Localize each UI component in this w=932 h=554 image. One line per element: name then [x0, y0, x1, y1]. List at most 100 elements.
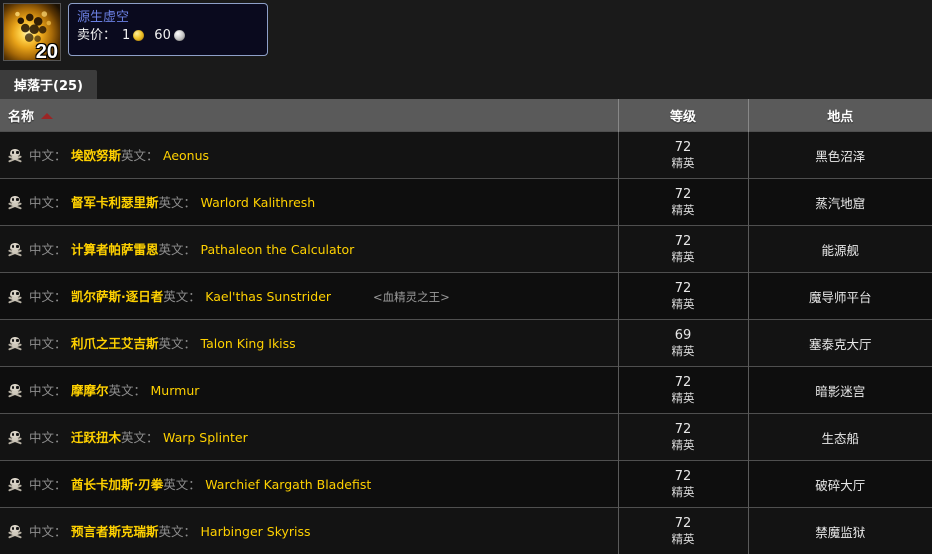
npc-name-chinese-link[interactable]: 利爪之王艾吉斯 [71, 336, 159, 351]
column-header-level[interactable]: 等级 [618, 99, 748, 132]
item-tooltip: 源生虚空 卖价： 1 60 [68, 3, 268, 56]
npc-name-chinese-line: 中文：利爪之王艾吉斯 [29, 336, 159, 351]
column-header-zone[interactable]: 地点 [748, 99, 932, 132]
sort-ascending-triangle-icon [41, 113, 53, 119]
english-label: 英文： [121, 146, 163, 165]
npc-name-english-link[interactable]: Warp Splinter [163, 430, 248, 445]
npc-drop-table: 名称 等级 地点 中文：埃欧努斯英文：Aeonus72精英黑色沼泽中文：督军卡利… [0, 99, 932, 554]
skull-icon [8, 289, 22, 304]
npc-name-english-line: 英文：Aeonus [121, 148, 209, 163]
npc-name-cell: 中文：利爪之王艾吉斯英文：Talon King Ikiss [0, 320, 618, 367]
item-header-bar: 20 源生虚空 卖价： 1 60 [0, 0, 932, 70]
npc-zone-cell: 魔导师平台 [748, 273, 932, 320]
table-row[interactable]: 中文：预言者斯克瑞斯英文：Harbinger Skyriss72精英禁魔监狱 [0, 508, 932, 554]
npc-name-cell: 中文：预言者斯克瑞斯英文：Harbinger Skyriss [0, 508, 618, 554]
npc-name-chinese-link[interactable]: 计算者帕萨雷恩 [71, 242, 159, 257]
skull-icon [8, 148, 22, 163]
item-sell-price: 卖价： 1 60 [77, 26, 259, 45]
npc-name-chinese-line: 中文：摩摩尔 [29, 383, 109, 398]
english-label: 英文： [159, 240, 201, 259]
npc-zone-cell: 禁魔监狱 [748, 508, 932, 554]
npc-name-chinese-line: 中文：预言者斯克瑞斯 [29, 524, 159, 539]
npc-level-value: 72 [620, 139, 747, 156]
item-name: 源生虚空 [77, 9, 259, 26]
npc-name-english-link[interactable]: Warchief Kargath Bladefist [205, 477, 371, 492]
npc-level-cell: 72精英 [618, 179, 748, 226]
npc-name-chinese-line: 中文：凯尔萨斯·逐日者 [29, 289, 163, 304]
table-row[interactable]: 中文：迁跃扭木英文：Warp Splinter72精英生态船 [0, 414, 932, 461]
npc-name-chinese-link[interactable]: 督军卡利瑟里斯 [71, 195, 159, 210]
npc-elite-label: 精英 [620, 156, 747, 171]
npc-level-cell: 69精英 [618, 320, 748, 367]
npc-name-english-link[interactable]: Murmur [151, 383, 200, 398]
table-row[interactable]: 中文：酋长卡加斯·刃拳英文：Warchief Kargath Bladefist… [0, 461, 932, 508]
npc-name-english-link[interactable]: Harbinger Skyriss [201, 524, 311, 539]
npc-name-english-line: 英文：Warchief Kargath Bladefist [163, 477, 371, 492]
npc-name-english-link[interactable]: Aeonus [163, 148, 209, 163]
npc-name-chinese-link[interactable]: 凯尔萨斯·逐日者 [71, 289, 163, 304]
npc-level-cell: 72精英 [618, 273, 748, 320]
npc-name-chinese-link[interactable]: 迁跃扭木 [71, 430, 121, 445]
npc-name-english-line: 英文：Pathaleon the Calculator [159, 242, 355, 257]
npc-name-chinese-link[interactable]: 摩摩尔 [71, 383, 109, 398]
column-header-name-label: 名称 [8, 110, 34, 125]
npc-zone-value: 暗影迷宫 [815, 384, 865, 399]
npc-name-english-line: 英文：Murmur [109, 383, 200, 398]
skull-icon [8, 430, 22, 445]
npc-level-cell: 72精英 [618, 226, 748, 273]
silver-coin-icon [174, 30, 185, 41]
npc-name-english-link[interactable]: Kael'thas Sunstrider [205, 289, 331, 304]
gold-amount: 1 [122, 26, 130, 45]
tab-dropped-by[interactable]: 掉落于(25) [0, 70, 97, 99]
npc-zone-cell: 暗影迷宫 [748, 367, 932, 414]
skull-icon [8, 477, 22, 492]
gold-coin-icon [133, 30, 144, 41]
npc-name-cell: 中文：督军卡利瑟里斯英文：Warlord Kalithresh [0, 179, 618, 226]
table-row[interactable]: 中文：凯尔萨斯·逐日者英文：Kael'thas Sunstrider<血精灵之王… [0, 273, 932, 320]
npc-name-chinese-link[interactable]: 预言者斯克瑞斯 [71, 524, 159, 539]
tab-strip: 掉落于(25) [0, 70, 932, 99]
npc-name-english-link[interactable]: Talon King Ikiss [201, 336, 296, 351]
npc-zone-value: 能源舰 [821, 243, 859, 258]
npc-zone-value: 魔导师平台 [809, 290, 872, 305]
english-label: 英文： [163, 475, 205, 494]
npc-name-chinese-line: 中文：酋长卡加斯·刃拳 [29, 477, 163, 492]
npc-name-english-link[interactable]: Warlord Kalithresh [201, 195, 316, 210]
npc-level-value: 72 [620, 515, 747, 532]
npc-level-value: 72 [620, 233, 747, 250]
english-label: 英文： [159, 334, 201, 353]
table-row[interactable]: 中文：埃欧努斯英文：Aeonus 72精英 黑色沼泽 [0, 132, 932, 179]
npc-name-english-link[interactable]: Pathaleon the Calculator [201, 242, 355, 257]
npc-elite-label: 精英 [620, 250, 747, 265]
table-row[interactable]: 中文：督军卡利瑟里斯英文：Warlord Kalithresh72精英蒸汽地窟 [0, 179, 932, 226]
table-row[interactable]: 中文：利爪之王艾吉斯英文：Talon King Ikiss69精英塞泰克大厅 [0, 320, 932, 367]
english-label: 英文： [163, 287, 205, 306]
table-header-row: 名称 等级 地点 [0, 99, 932, 132]
npc-level-cell: 72精英 [618, 367, 748, 414]
npc-elite-label: 精英 [620, 344, 747, 359]
npc-level-cell: 72精英 [618, 508, 748, 554]
npc-name-chinese-link[interactable]: 酋长卡加斯·刃拳 [71, 477, 163, 492]
table-row[interactable]: 中文：计算者帕萨雷恩英文：Pathaleon the Calculator72精… [0, 226, 932, 273]
table-row[interactable]: 中文：摩摩尔英文：Murmur 72精英 暗影迷宫 [0, 367, 932, 414]
item-icon[interactable]: 20 [3, 3, 61, 61]
npc-name-chinese-link[interactable]: 埃欧努斯 [71, 148, 121, 163]
skull-icon [8, 195, 22, 210]
npc-subtitle: <血精灵之王> [331, 290, 450, 304]
skull-icon [8, 336, 22, 351]
npc-elite-label: 精英 [620, 438, 747, 453]
npc-level-value: 72 [620, 186, 747, 203]
english-label: 英文： [159, 193, 201, 212]
column-header-name[interactable]: 名称 [0, 99, 618, 132]
npc-level-cell: 72精英 [618, 461, 748, 508]
sell-price-label: 卖价： [77, 26, 116, 45]
npc-name-cell: 中文：计算者帕萨雷恩英文：Pathaleon the Calculator [0, 226, 618, 273]
npc-level-value: 69 [620, 327, 747, 344]
chinese-label: 中文： [29, 428, 71, 447]
npc-name-chinese-line: 中文：迁跃扭木 [29, 430, 121, 445]
npc-zone-value: 黑色沼泽 [815, 149, 865, 164]
chinese-label: 中文： [29, 146, 71, 165]
item-stack-count: 20 [36, 42, 58, 61]
npc-level-value: 72 [620, 374, 747, 391]
npc-zone-cell: 生态船 [748, 414, 932, 461]
